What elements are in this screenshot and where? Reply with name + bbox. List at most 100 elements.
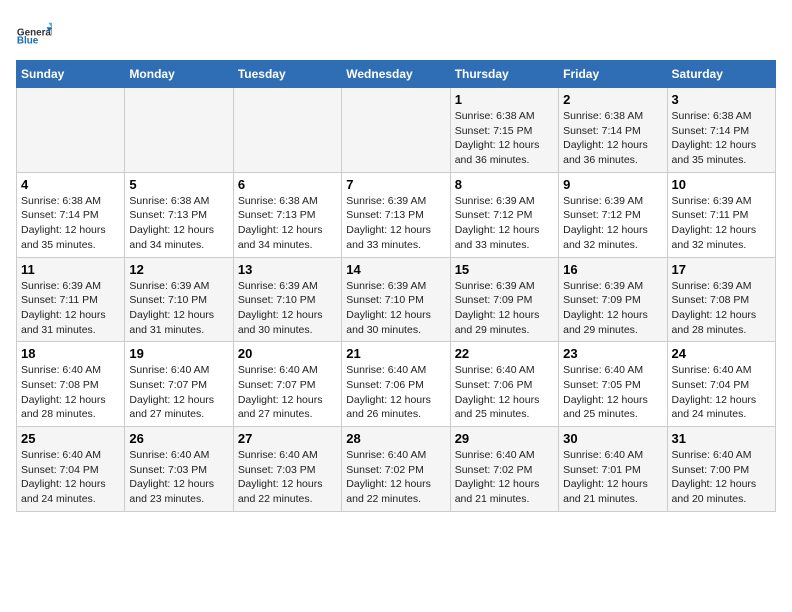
day-info: Sunrise: 6:40 AM Sunset: 7:02 PM Dayligh… [346, 448, 445, 507]
calendar-cell: 1 Sunrise: 6:38 AM Sunset: 7:15 PM Daylig… [450, 88, 558, 173]
day-info: Sunrise: 6:39 AM Sunset: 7:10 PM Dayligh… [238, 279, 337, 338]
day-info: Sunrise: 6:40 AM Sunset: 7:04 PM Dayligh… [21, 448, 120, 507]
calendar-cell: 7 Sunrise: 6:39 AM Sunset: 7:13 PM Daylig… [342, 172, 450, 257]
day-number: 5 [129, 177, 228, 192]
day-info: Sunrise: 6:39 AM Sunset: 7:10 PM Dayligh… [129, 279, 228, 338]
day-number: 28 [346, 431, 445, 446]
day-number: 2 [563, 92, 662, 107]
calendar-cell: 16 Sunrise: 6:39 AM Sunset: 7:09 PM Dayli… [559, 257, 667, 342]
day-info: Sunrise: 6:38 AM Sunset: 7:13 PM Dayligh… [129, 194, 228, 253]
week-row-1: 1 Sunrise: 6:38 AM Sunset: 7:15 PM Daylig… [17, 88, 776, 173]
calendar-cell: 20 Sunrise: 6:40 AM Sunset: 7:07 PM Dayli… [233, 342, 341, 427]
day-number: 20 [238, 346, 337, 361]
day-number: 29 [455, 431, 554, 446]
day-info: Sunrise: 6:39 AM Sunset: 7:08 PM Dayligh… [672, 279, 771, 338]
day-info: Sunrise: 6:40 AM Sunset: 7:04 PM Dayligh… [672, 363, 771, 422]
day-number: 6 [238, 177, 337, 192]
day-info: Sunrise: 6:38 AM Sunset: 7:15 PM Dayligh… [455, 109, 554, 168]
day-info: Sunrise: 6:40 AM Sunset: 7:07 PM Dayligh… [238, 363, 337, 422]
calendar-cell: 4 Sunrise: 6:38 AM Sunset: 7:14 PM Daylig… [17, 172, 125, 257]
day-info: Sunrise: 6:39 AM Sunset: 7:09 PM Dayligh… [455, 279, 554, 338]
logo-image: General Blue [16, 16, 52, 52]
day-number: 15 [455, 262, 554, 277]
day-info: Sunrise: 6:39 AM Sunset: 7:11 PM Dayligh… [21, 279, 120, 338]
calendar-cell: 15 Sunrise: 6:39 AM Sunset: 7:09 PM Dayli… [450, 257, 558, 342]
day-info: Sunrise: 6:39 AM Sunset: 7:09 PM Dayligh… [563, 279, 662, 338]
calendar-cell: 24 Sunrise: 6:40 AM Sunset: 7:04 PM Dayli… [667, 342, 775, 427]
day-info: Sunrise: 6:38 AM Sunset: 7:14 PM Dayligh… [563, 109, 662, 168]
day-number: 26 [129, 431, 228, 446]
day-header-thursday: Thursday [450, 61, 558, 88]
day-number: 25 [21, 431, 120, 446]
day-number: 30 [563, 431, 662, 446]
day-header-tuesday: Tuesday [233, 61, 341, 88]
calendar-cell: 13 Sunrise: 6:39 AM Sunset: 7:10 PM Dayli… [233, 257, 341, 342]
day-info: Sunrise: 6:40 AM Sunset: 7:01 PM Dayligh… [563, 448, 662, 507]
svg-text:Blue: Blue [17, 35, 39, 46]
calendar-cell: 19Sunrise: 6:40 AM Sunset: 7:07 PM Dayli… [125, 342, 233, 427]
calendar-cell [125, 88, 233, 173]
day-number: 3 [672, 92, 771, 107]
calendar-cell: 28 Sunrise: 6:40 AM Sunset: 7:02 PM Dayli… [342, 427, 450, 512]
day-number: 23 [563, 346, 662, 361]
day-number: 16 [563, 262, 662, 277]
day-info: Sunrise: 6:39 AM Sunset: 7:11 PM Dayligh… [672, 194, 771, 253]
day-header-monday: Monday [125, 61, 233, 88]
calendar-cell: 3Sunrise: 6:38 AM Sunset: 7:14 PM Daylig… [667, 88, 775, 173]
day-info: Sunrise: 6:38 AM Sunset: 7:14 PM Dayligh… [21, 194, 120, 253]
day-number: 10 [672, 177, 771, 192]
day-info: Sunrise: 6:40 AM Sunset: 7:03 PM Dayligh… [238, 448, 337, 507]
day-info: Sunrise: 6:40 AM Sunset: 7:06 PM Dayligh… [346, 363, 445, 422]
logo-svg: General Blue [16, 16, 52, 52]
day-info: Sunrise: 6:40 AM Sunset: 7:08 PM Dayligh… [21, 363, 120, 422]
calendar-cell [342, 88, 450, 173]
day-info: Sunrise: 6:40 AM Sunset: 7:03 PM Dayligh… [129, 448, 228, 507]
calendar-cell: 31Sunrise: 6:40 AM Sunset: 7:00 PM Dayli… [667, 427, 775, 512]
calendar-cell: 2 Sunrise: 6:38 AM Sunset: 7:14 PM Daylig… [559, 88, 667, 173]
day-header-friday: Friday [559, 61, 667, 88]
calendar-table: SundayMondayTuesdayWednesdayThursdayFrid… [16, 60, 776, 512]
week-row-4: 18 Sunrise: 6:40 AM Sunset: 7:08 PM Dayli… [17, 342, 776, 427]
day-number: 8 [455, 177, 554, 192]
calendar-cell [17, 88, 125, 173]
calendar-header: SundayMondayTuesdayWednesdayThursdayFrid… [17, 61, 776, 88]
day-number: 21 [346, 346, 445, 361]
day-number: 17 [672, 262, 771, 277]
logo: General Blue [16, 16, 52, 52]
day-info: Sunrise: 6:39 AM Sunset: 7:13 PM Dayligh… [346, 194, 445, 253]
page-header: General Blue [16, 16, 776, 52]
day-number: 22 [455, 346, 554, 361]
day-number: 27 [238, 431, 337, 446]
calendar-body: 1 Sunrise: 6:38 AM Sunset: 7:15 PM Daylig… [17, 88, 776, 512]
day-info: Sunrise: 6:39 AM Sunset: 7:12 PM Dayligh… [563, 194, 662, 253]
day-number: 4 [21, 177, 120, 192]
calendar-cell: 23Sunrise: 6:40 AM Sunset: 7:05 PM Dayli… [559, 342, 667, 427]
week-row-3: 11 Sunrise: 6:39 AM Sunset: 7:11 PM Dayli… [17, 257, 776, 342]
day-number: 11 [21, 262, 120, 277]
day-info: Sunrise: 6:40 AM Sunset: 7:07 PM Dayligh… [129, 363, 228, 422]
day-number: 31 [672, 431, 771, 446]
day-number: 13 [238, 262, 337, 277]
day-number: 24 [672, 346, 771, 361]
header-row: SundayMondayTuesdayWednesdayThursdayFrid… [17, 61, 776, 88]
calendar-cell: 18 Sunrise: 6:40 AM Sunset: 7:08 PM Dayli… [17, 342, 125, 427]
calendar-cell: 14 Sunrise: 6:39 AM Sunset: 7:10 PM Dayli… [342, 257, 450, 342]
calendar-cell: 10 Sunrise: 6:39 AM Sunset: 7:11 PM Dayli… [667, 172, 775, 257]
calendar-cell: 22Sunrise: 6:40 AM Sunset: 7:06 PM Dayli… [450, 342, 558, 427]
day-number: 9 [563, 177, 662, 192]
calendar-cell: 9 Sunrise: 6:39 AM Sunset: 7:12 PM Daylig… [559, 172, 667, 257]
calendar-cell: 5 Sunrise: 6:38 AM Sunset: 7:13 PM Daylig… [125, 172, 233, 257]
day-number: 1 [455, 92, 554, 107]
calendar-cell: 11 Sunrise: 6:39 AM Sunset: 7:11 PM Dayli… [17, 257, 125, 342]
day-info: Sunrise: 6:39 AM Sunset: 7:12 PM Dayligh… [455, 194, 554, 253]
day-number: 14 [346, 262, 445, 277]
calendar-cell: 26 Sunrise: 6:40 AM Sunset: 7:03 PM Dayli… [125, 427, 233, 512]
calendar-cell: 29 Sunrise: 6:40 AM Sunset: 7:02 PM Dayli… [450, 427, 558, 512]
day-info: Sunrise: 6:39 AM Sunset: 7:10 PM Dayligh… [346, 279, 445, 338]
day-info: Sunrise: 6:40 AM Sunset: 7:02 PM Dayligh… [455, 448, 554, 507]
day-number: 18 [21, 346, 120, 361]
day-number: 7 [346, 177, 445, 192]
calendar-cell: 8 Sunrise: 6:39 AM Sunset: 7:12 PM Daylig… [450, 172, 558, 257]
day-header-wednesday: Wednesday [342, 61, 450, 88]
calendar-cell: 25 Sunrise: 6:40 AM Sunset: 7:04 PM Dayli… [17, 427, 125, 512]
